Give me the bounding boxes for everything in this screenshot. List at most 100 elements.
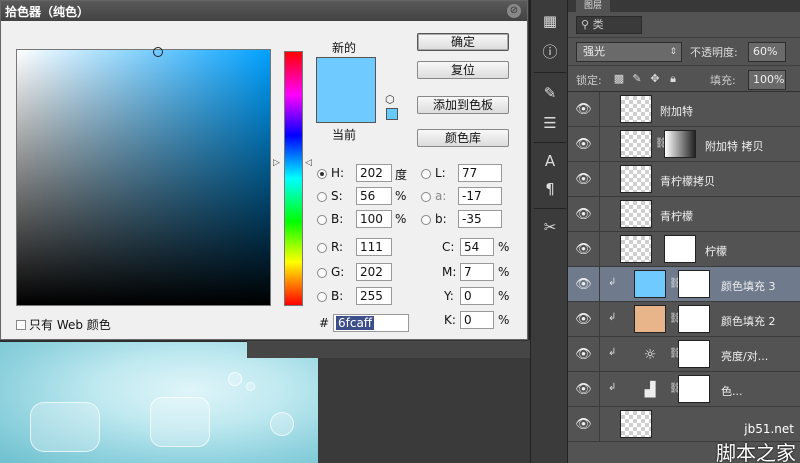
- character-panel-icon[interactable]: A: [536, 148, 564, 174]
- c-input[interactable]: 54: [460, 238, 494, 256]
- m-input[interactable]: 7: [460, 263, 494, 281]
- color-libraries-button[interactable]: 颜色库: [417, 129, 509, 147]
- layer-name: 青柠檬: [660, 210, 693, 223]
- hex-input[interactable]: 6fcaff: [333, 314, 409, 332]
- l-label: L:: [435, 166, 446, 180]
- hue-slider-left-arrow[interactable]: ▷: [273, 158, 280, 168]
- s-radio[interactable]: [317, 192, 327, 202]
- lock-transparent-icon[interactable]: ▩: [612, 72, 626, 86]
- r-label: R:: [331, 240, 344, 254]
- a-input[interactable]: -17: [458, 187, 502, 205]
- web-colors-only-label: 只有 Web 颜色: [29, 318, 111, 332]
- k-input[interactable]: 0: [460, 311, 494, 329]
- eye-icon[interactable]: 👁︎: [568, 337, 600, 372]
- eye-icon[interactable]: 👁︎: [568, 127, 600, 162]
- saturation-brightness-field[interactable]: [16, 49, 271, 306]
- m-unit: %: [498, 265, 510, 279]
- fill-color-thumbnail[interactable]: [634, 270, 666, 298]
- a-radio[interactable]: [421, 192, 431, 202]
- layer-name: 亮度/对...: [721, 350, 769, 363]
- close-icon[interactable]: ⊘: [507, 4, 521, 18]
- layer-row[interactable]: 👁︎ 青柠檬拷贝: [568, 162, 800, 197]
- paragraph-panel-icon[interactable]: ¶: [536, 176, 564, 202]
- layer-row[interactable]: 👁︎ 附加特: [568, 92, 800, 127]
- fill-input[interactable]: 100%: [748, 70, 786, 90]
- levels-icon: ▟: [644, 382, 656, 398]
- add-to-swatches-button[interactable]: 添加到色板: [417, 96, 509, 114]
- y-input[interactable]: 0: [460, 287, 494, 305]
- ok-button[interactable]: 确定: [417, 33, 509, 51]
- b-unit: %: [395, 212, 407, 226]
- layer-mask-thumbnail: [664, 235, 696, 263]
- web-safe-cube-icon[interactable]: ⬡: [385, 93, 395, 106]
- b-radio[interactable]: [317, 215, 327, 225]
- separator: [534, 72, 566, 73]
- h-radio[interactable]: [317, 169, 327, 179]
- swatches-panel-icon[interactable]: ▦: [536, 8, 564, 34]
- layer-filter-select[interactable]: ⚲ 类: [576, 16, 642, 34]
- opacity-input[interactable]: 60%: [748, 42, 786, 62]
- lab-b-radio[interactable]: [421, 215, 431, 225]
- k-label: K:: [444, 313, 456, 327]
- tab-layers[interactable]: 图层: [576, 0, 611, 12]
- lock-all-icon[interactable]: 🔒︎: [666, 72, 680, 86]
- eye-icon[interactable]: 👁︎: [568, 372, 600, 407]
- checkbox-box[interactable]: [16, 320, 26, 330]
- lab-b-input[interactable]: -35: [458, 210, 502, 228]
- lock-pixels-icon[interactable]: ✎: [630, 72, 644, 86]
- hue-slider-right-arrow[interactable]: ◁: [305, 158, 312, 168]
- lock-position-icon[interactable]: ✥: [648, 72, 662, 86]
- separator: [534, 142, 566, 143]
- panel-icon-column: ▦ ⓘ ✎ ☰ A ¶ ✂: [530, 0, 568, 463]
- g-input[interactable]: 202: [356, 263, 392, 281]
- layer-row[interactable]: 👁︎ ↲ ⛓ 颜色填充 2: [568, 302, 800, 337]
- layer-row[interactable]: 👁︎ 青柠檬: [568, 197, 800, 232]
- bubble: [270, 412, 294, 436]
- eye-icon[interactable]: 👁︎: [568, 302, 600, 337]
- eye-icon[interactable]: 👁︎: [568, 232, 600, 267]
- color-marker[interactable]: [153, 47, 163, 57]
- l-radio[interactable]: [421, 169, 431, 179]
- brush-panel-icon[interactable]: ✎: [536, 80, 564, 106]
- s-input[interactable]: 56: [356, 187, 392, 205]
- eye-icon[interactable]: 👁︎: [568, 267, 600, 302]
- layer-mask-thumbnail: [678, 305, 710, 333]
- tools-panel-icon[interactable]: ✂: [536, 214, 564, 240]
- layer-row[interactable]: 👁︎ ↲ ▟ ⛓ 色...: [568, 372, 800, 407]
- clip-arrow-icon: ↲: [608, 312, 617, 323]
- adjustments-panel-icon[interactable]: ☰: [536, 110, 564, 136]
- r-radio[interactable]: [317, 243, 327, 253]
- layer-row[interactable]: 👁︎ ↲ ☼ ⛓ 亮度/对...: [568, 337, 800, 372]
- b-input[interactable]: 100: [356, 210, 392, 228]
- g-radio[interactable]: [317, 268, 327, 278]
- web-safe-swatch[interactable]: [386, 108, 398, 120]
- eye-icon[interactable]: 👁︎: [568, 407, 600, 442]
- blend-mode-select[interactable]: 强光 ⇕: [576, 42, 682, 62]
- eye-icon[interactable]: 👁︎: [568, 197, 600, 232]
- canvas-pasteboard: [318, 342, 530, 463]
- current-color-label: 当前: [332, 128, 357, 142]
- c-label: C:: [442, 240, 455, 254]
- watermark-name: 脚本之家: [716, 441, 796, 463]
- eye-icon[interactable]: 👁︎: [568, 92, 600, 127]
- site-watermark: jb51.net 脚本之家: [705, 420, 800, 463]
- l-input[interactable]: 77: [458, 164, 502, 182]
- dialog-titlebar[interactable]: 拾色器（纯色） ⊘: [1, 1, 527, 21]
- blue-radio[interactable]: [317, 292, 327, 302]
- layer-mask-thumbnail: [678, 270, 710, 298]
- ice-cube: [150, 397, 210, 447]
- blue-input[interactable]: 255: [356, 287, 392, 305]
- layer-thumbnail: [620, 410, 652, 438]
- layer-row[interactable]: 👁︎ 柠檬: [568, 232, 800, 267]
- eye-icon[interactable]: 👁︎: [568, 162, 600, 197]
- r-input[interactable]: 111: [356, 238, 392, 256]
- hue-slider[interactable]: [284, 51, 303, 306]
- layer-row-selected[interactable]: 👁︎ ↲ ⛓ 颜色填充 3: [568, 267, 800, 302]
- h-input[interactable]: 202: [356, 164, 392, 182]
- web-colors-only-checkbox[interactable]: 只有 Web 颜色: [16, 316, 111, 333]
- reset-button[interactable]: 复位: [417, 61, 509, 79]
- info-panel-icon[interactable]: ⓘ: [536, 38, 564, 64]
- layer-row[interactable]: 👁︎ ⛓ 附加特 拷贝: [568, 127, 800, 162]
- fill-label: 填充:: [710, 74, 736, 87]
- fill-color-thumbnail[interactable]: [634, 305, 666, 333]
